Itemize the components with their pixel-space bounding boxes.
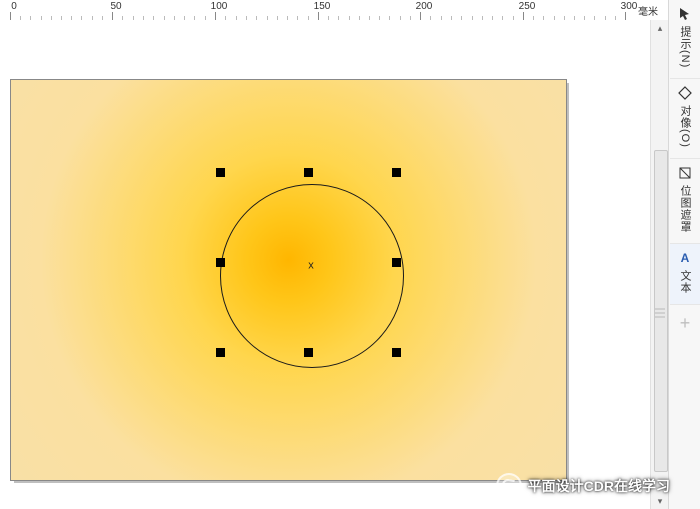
vertical-scrollbar[interactable]: ▴ ▾	[650, 20, 669, 509]
scroll-grip-icon	[655, 308, 665, 310]
selection-handle[interactable]	[392, 258, 401, 267]
docker-tab-mask[interactable]: 位图遮罩	[670, 159, 700, 244]
objects-icon	[677, 85, 693, 101]
scroll-grip-icon	[655, 316, 665, 318]
selection-handle[interactable]	[392, 168, 401, 177]
canvas-area[interactable]: x	[0, 20, 650, 509]
ruler-unit-label: 毫米	[638, 3, 658, 18]
selection-handle[interactable]	[216, 348, 225, 357]
selection-handle[interactable]	[304, 168, 313, 177]
docker-tab-label: 提示(N)	[677, 26, 693, 68]
selection-handle[interactable]	[216, 168, 225, 177]
selection-handle[interactable]	[304, 348, 313, 357]
ruler-tick-label: 300	[619, 1, 639, 12]
docker-tab-hints[interactable]: 提示(N)	[670, 0, 700, 79]
docker-tab-label: 对像(O)	[677, 105, 693, 148]
selection-handle[interactable]	[392, 348, 401, 357]
ruler-tick-label: 0	[4, 1, 24, 12]
ruler-tick-label: 200	[414, 1, 434, 12]
mask-icon	[677, 165, 693, 181]
app-root: 毫米 0 50 100 150 200 250 300 x ▴ ▾ 提示(N) 对像(O) 位图…	[0, 0, 700, 509]
scroll-grip-icon	[655, 312, 665, 314]
selection-center-marker: x	[308, 261, 314, 272]
watermark-text: 平面设计CDR在线学习	[528, 476, 670, 496]
wechat-icon	[496, 473, 522, 499]
docker-panel: 提示(N) 对像(O) 位图遮罩 A 文本 +	[668, 0, 700, 509]
ruler-tick-label: 50	[106, 1, 126, 12]
add-docker-button[interactable]: +	[680, 313, 691, 334]
scroll-up-button[interactable]: ▴	[651, 20, 669, 36]
ruler-horizontal: 毫米 0 50 100 150 200 250 300	[0, 0, 660, 21]
watermark: 平面设计CDR在线学习	[496, 473, 670, 499]
selected-ellipse[interactable]	[220, 184, 404, 368]
docker-tab-label: 位图遮罩	[677, 185, 693, 233]
ruler-tick-label: 150	[312, 1, 332, 12]
ruler-tick-label: 250	[517, 1, 537, 12]
selection-handle[interactable]	[216, 258, 225, 267]
hints-icon	[677, 6, 693, 22]
docker-tab-text[interactable]: A 文本	[670, 244, 700, 305]
ruler-tick-label: 100	[209, 1, 229, 12]
docker-tab-label: 文本	[677, 270, 693, 294]
text-icon: A	[677, 250, 693, 266]
docker-tab-objects[interactable]: 对像(O)	[670, 79, 700, 159]
scroll-thumb[interactable]	[654, 150, 668, 472]
